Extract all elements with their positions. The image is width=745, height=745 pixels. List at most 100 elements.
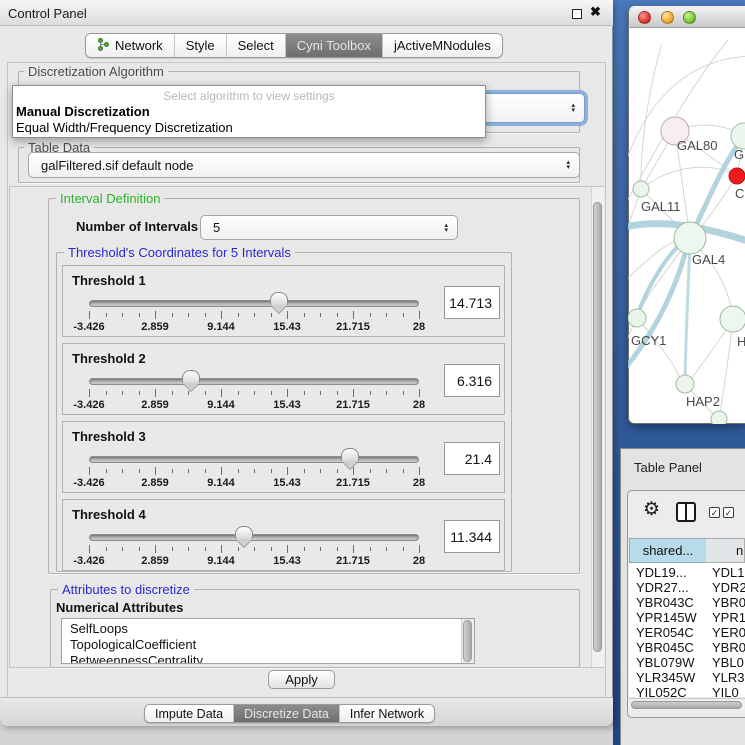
table-row[interactable]: YBR043CYBR0: [629, 595, 745, 610]
table-data-combobox[interactable]: galFiltered.sif default node ▴ ▾: [28, 152, 580, 178]
threshold-value-field[interactable]: 6.316: [444, 364, 500, 397]
threshold-value-field[interactable]: 21.4: [444, 442, 500, 475]
minimize-traffic-light[interactable]: [661, 11, 674, 24]
slider-handle[interactable]: [270, 292, 288, 313]
slider-tick: [386, 469, 387, 473]
network-edge: [628, 56, 745, 173]
network-node-c[interactable]: [729, 168, 745, 184]
slider-track[interactable]: [89, 378, 419, 385]
horizontal-scrollbar[interactable]: [629, 698, 745, 710]
tab-jactivemnodules[interactable]: jActiveMNodules: [383, 34, 502, 57]
slider-tick: [155, 389, 156, 397]
table-row[interactable]: YDR27...YDR2: [629, 580, 745, 595]
slider-handle[interactable]: [182, 370, 200, 391]
checkbox-icon[interactable]: ✓: [709, 507, 720, 518]
slider-tick: [188, 391, 189, 395]
slider-track[interactable]: [89, 534, 419, 541]
slider-tick: [254, 469, 255, 473]
table-row[interactable]: YBL079WYBL0: [629, 655, 745, 670]
slider-tick: [337, 469, 338, 473]
table-cell-name: YER0: [712, 625, 745, 640]
network-node-gal4[interactable]: [674, 222, 706, 254]
algorithm-option-manual[interactable]: Manual Discretization: [16, 104, 150, 119]
slider-tick: [205, 469, 206, 473]
table-header-shared-name[interactable]: shared...: [629, 538, 707, 563]
slider-tick-label: 2.859: [141, 321, 169, 333]
network-node[interactable]: [711, 411, 727, 424]
network-node-hap2[interactable]: [676, 375, 694, 393]
top-tab-bar: Network StyleSelectCyni ToolboxjActiveMNo…: [85, 33, 503, 58]
table-header-name[interactable]: n: [706, 538, 745, 563]
slider-track[interactable]: [89, 456, 419, 463]
slider-handle[interactable]: [341, 448, 359, 469]
network-node-g-[interactable]: [731, 123, 745, 149]
bottom-tab-impute-data[interactable]: Impute Data: [145, 705, 234, 722]
slider-tick: [353, 545, 354, 553]
table-row[interactable]: YPR145WYPR1: [629, 610, 745, 625]
slider-tick-label: 9.144: [207, 477, 235, 489]
bottom-tab-discretize-data[interactable]: Discretize Data: [234, 705, 340, 722]
slider-tick: [271, 391, 272, 395]
slider-tick: [386, 547, 387, 551]
slider-handle[interactable]: [235, 526, 253, 547]
table-row[interactable]: YIL052CYIL0: [629, 685, 745, 697]
network-canvas[interactable]: GAL80G.CGAL11GAL4GCY1HHAP2: [628, 28, 745, 424]
horizontal-scrollbar-thumb[interactable]: [631, 701, 742, 709]
slider-tick-label: 9.144: [207, 321, 235, 333]
table-row[interactable]: YLR345WYLR3: [629, 670, 745, 685]
list-item[interactable]: TopologicalCoefficient: [62, 637, 474, 653]
slider-tick-label: 21.715: [336, 555, 370, 567]
list-item[interactable]: SelfLoops: [62, 621, 474, 637]
table-cell-name: YBR0: [712, 595, 745, 610]
slider-tick: [320, 547, 321, 551]
algorithm-option-equal-width[interactable]: Equal Width/Frequency Discretization: [16, 120, 233, 135]
list-item[interactable]: BetweennessCentrality: [62, 653, 474, 664]
zoom-traffic-light[interactable]: [683, 11, 696, 24]
threshold-box-1: Threshold 1-3.4262.8599.14415.4321.71528…: [62, 265, 505, 337]
tab-select[interactable]: Select: [227, 34, 286, 57]
columns-icon[interactable]: [676, 502, 696, 522]
slider-tick: [271, 547, 272, 551]
slider-tick: [304, 313, 305, 317]
checkbox-icon[interactable]: ✓: [723, 507, 734, 518]
table-cell-name: YBL0: [712, 655, 744, 670]
gear-icon[interactable]: ⚙: [643, 500, 660, 520]
tab-label: Network: [115, 38, 163, 53]
slider-tick-label: -3.426: [73, 477, 104, 489]
slider-tick-label: 9.144: [207, 399, 235, 411]
tab-style[interactable]: Style: [175, 34, 227, 57]
tab-label: Infer Network: [350, 707, 424, 721]
network-node-h[interactable]: [720, 306, 745, 332]
slider-handle-shape: [182, 370, 200, 383]
arrow-down-icon: ▾: [444, 228, 448, 233]
threshold-value-field[interactable]: 14.713: [444, 286, 500, 319]
threshold-value-field[interactable]: 11.344: [444, 520, 500, 553]
number-of-intervals-combobox[interactable]: 5 ▴ ▾: [200, 215, 458, 240]
table-cell-shared-name: YDR27...: [636, 580, 689, 595]
slider-tick: [304, 547, 305, 551]
network-node-gcy1[interactable]: [628, 309, 646, 327]
vertical-scrollbar-thumb[interactable]: [593, 202, 602, 652]
slider-tick-label: 21.715: [336, 399, 370, 411]
table-cell-shared-name: YDL19...: [636, 565, 687, 580]
numerical-attributes-list[interactable]: SelfLoopsTopologicalCoefficientBetweenne…: [61, 618, 475, 664]
slider-tick: [419, 311, 420, 319]
interval-definition-title: Interval Definition: [56, 191, 164, 206]
table-row[interactable]: YBR045CYBR0: [629, 640, 745, 655]
table-row[interactable]: YER054CYER0: [629, 625, 745, 640]
slider-handle-shape: [236, 539, 252, 547]
slider-tick: [238, 391, 239, 395]
bottom-tab-infer-network[interactable]: Infer Network: [340, 705, 434, 722]
float-window-icon[interactable]: [572, 9, 582, 19]
tab-network[interactable]: Network: [86, 34, 175, 57]
tab-cyni-toolbox[interactable]: Cyni Toolbox: [286, 34, 383, 57]
threshold-box-4: Threshold 4-3.4262.8599.14415.4321.71528…: [62, 499, 505, 571]
close-traffic-light[interactable]: [638, 11, 651, 24]
slider-tick: [139, 313, 140, 317]
network-node-gal11[interactable]: [633, 181, 649, 197]
apply-button[interactable]: Apply: [268, 670, 335, 689]
control-panel-titlebar[interactable]: [0, 0, 613, 26]
slider-track[interactable]: [89, 300, 419, 307]
table-row[interactable]: YDL19...YDL1: [629, 565, 745, 580]
close-icon[interactable]: ✖: [590, 4, 601, 20]
